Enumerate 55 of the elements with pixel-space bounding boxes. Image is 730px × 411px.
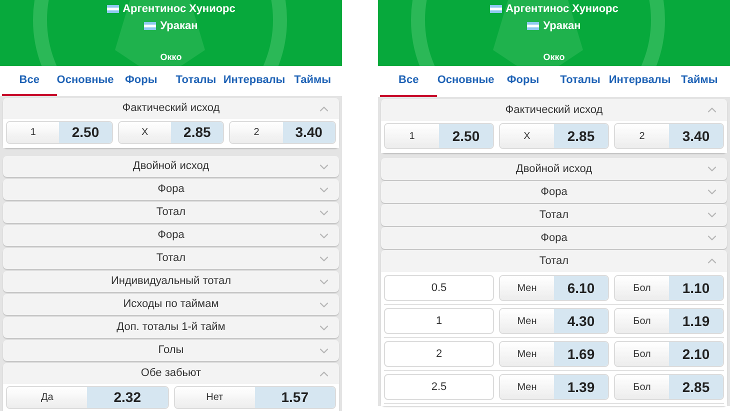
market-header[interactable]: Фора [381,227,727,249]
market-header[interactable]: Тотал [3,248,339,269]
tab[interactable]: Интервалы [223,66,286,96]
odds-button[interactable]: Бол 2.10 [614,341,724,367]
team-name: Уракан [160,18,198,34]
market-header[interactable]: Индивидуальный тотал [3,271,339,292]
odds-button[interactable]: 1 2.50 [6,121,113,144]
odds-button[interactable]: Мен 4.30 [499,308,609,334]
odds-button[interactable]: 1 2.50 [384,123,494,149]
tab[interactable]: Тоталы [168,66,224,96]
line-value: 2 [384,341,494,367]
odds-button[interactable]: Бол 1.10 [614,275,724,301]
market-header[interactable]: Исходы по таймам [3,294,339,315]
tab[interactable]: Таймы [670,66,728,97]
tab[interactable]: Основные [56,66,114,96]
odds-button[interactable]: Мен 6.10 [499,275,609,301]
market-header[interactable]: Тотал [381,204,727,226]
team-name: Аргентинос Хуниорс [506,2,618,17]
tab[interactable]: Таймы [285,66,340,96]
market-header[interactable]: Фора [381,181,727,203]
odds-button[interactable]: 2 3.40 [229,121,336,144]
line-value: 1 [384,308,494,334]
odds-button[interactable]: 2 3.40 [614,123,724,149]
team-name: Уракан [543,18,581,34]
market-header[interactable]: Обе забьют [3,363,339,384]
market-header[interactable]: Фактический исход [3,98,339,119]
flag-icon [490,5,502,14]
market-header[interactable]: Доп. тоталы 1-й тайм [3,317,339,338]
channel-label: Окко [160,50,182,64]
odds-button[interactable]: Да 2.32 [6,386,168,409]
odds-button[interactable]: X 2.85 [118,121,224,144]
odds-button[interactable]: Бол 2.85 [614,374,724,400]
odds-button[interactable]: Нет 1.57 [174,386,336,409]
market-header[interactable]: Голы [3,340,339,361]
line-value: 2.5 [384,374,494,400]
odds-button[interactable]: Мен 1.69 [499,341,609,367]
market-header[interactable]: Фора [3,225,339,246]
market-header[interactable]: Фора [3,179,339,200]
market-header[interactable]: Тотал [381,250,727,272]
odds-button[interactable]: Мен 1.39 [499,374,609,400]
line-value: 0.5 [384,275,494,301]
market-header[interactable]: Тотал [3,202,339,223]
flag-icon [106,5,119,14]
market-header[interactable]: Двойной исход [3,156,339,177]
tab[interactable]: Интервалы [608,66,671,97]
odds-button[interactable]: X 2.85 [499,123,609,149]
market-header[interactable]: Двойной исход [381,158,727,180]
team-name: Аргентинос Хуниорс [122,2,236,17]
tab[interactable]: Форы [494,66,552,97]
channel-label: Окко [543,50,565,64]
market-header[interactable]: Фактический исход [381,99,727,121]
tab[interactable]: Тоталы [552,66,609,97]
tab[interactable]: Форы [114,66,169,96]
odds-button[interactable]: Бол 1.19 [614,308,724,334]
tab[interactable]: Основные [437,66,494,97]
